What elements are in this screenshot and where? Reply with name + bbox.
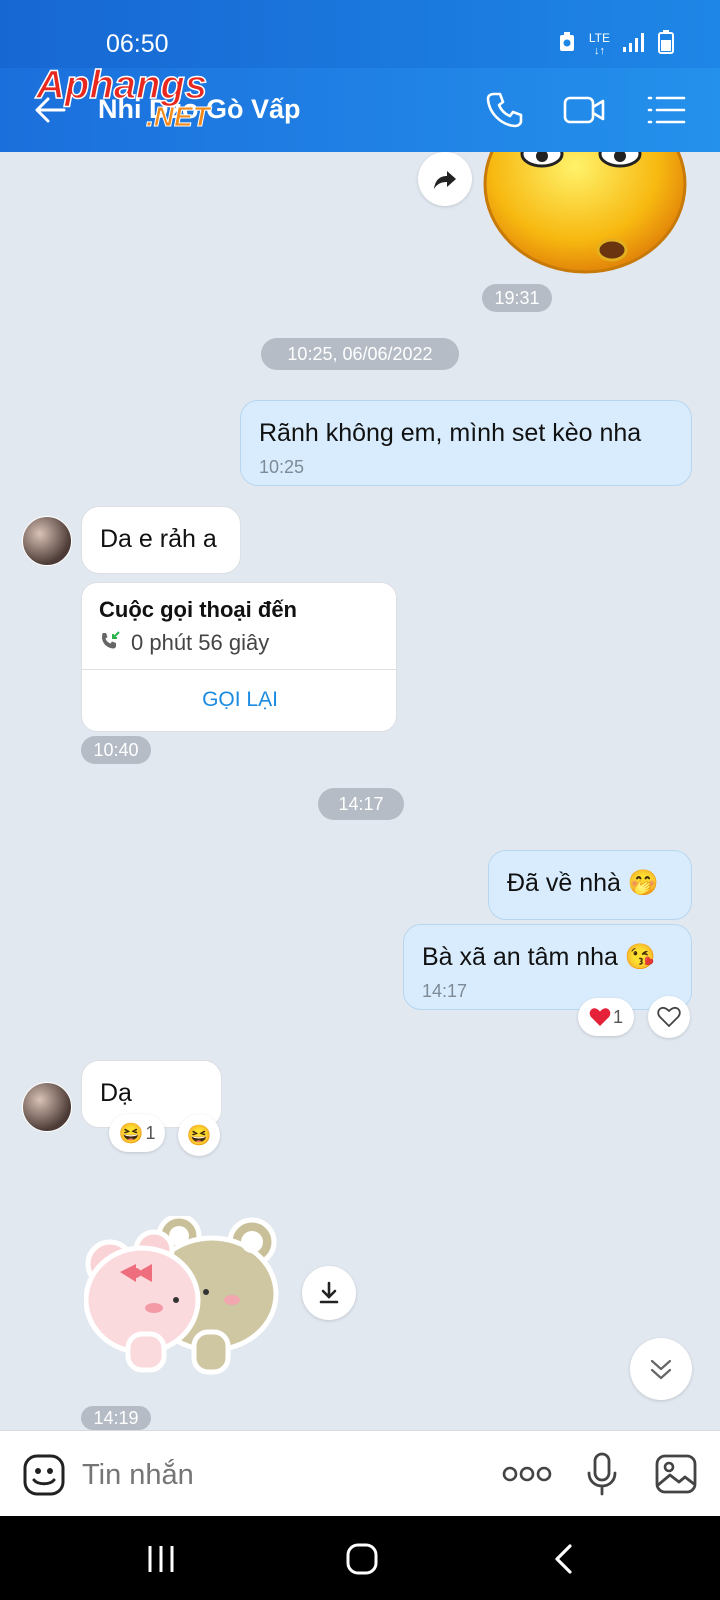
- message-text: Rãnh không em, mình set kèo nha: [259, 419, 642, 447]
- video-call-icon[interactable]: [560, 86, 608, 134]
- call-card[interactable]: Cuộc gọi thoại đến 0 phút 56 giây GỌI LẠ…: [81, 582, 397, 732]
- call-time: 10:40: [81, 736, 151, 764]
- status-icons: LTE ↓↑: [557, 30, 674, 59]
- microphone-icon[interactable]: [584, 1451, 620, 1497]
- scroll-down-button[interactable]: [630, 1338, 692, 1400]
- image-gallery-icon[interactable]: [654, 1453, 698, 1495]
- message-text: Bà xã an tâm nha 😘: [422, 943, 657, 971]
- message-time: 10:25: [259, 457, 305, 477]
- date-divider: 10:25, 06/06/2022: [261, 338, 459, 370]
- download-button[interactable]: [302, 1266, 356, 1320]
- heart-outline-icon: [657, 1006, 681, 1028]
- message-text: Da e rảh a: [100, 525, 217, 553]
- reaction-count: 1: [612, 1006, 623, 1027]
- laughing-emoji-icon: 😆: [118, 1122, 144, 1145]
- battery-icon: [658, 30, 674, 59]
- call-title: Cuộc gọi thoại đến: [99, 597, 297, 622]
- incoming-message[interactable]: Da e rảh a: [81, 506, 241, 574]
- signal-icon: [622, 31, 646, 58]
- recycle-icon: [557, 31, 577, 58]
- system-nav-bar: [0, 1516, 720, 1600]
- time-divider: 14:17: [318, 788, 404, 820]
- outgoing-message[interactable]: Đã về nhà 🤭: [488, 850, 692, 920]
- react-button[interactable]: 😆: [178, 1114, 220, 1156]
- menu-list-icon[interactable]: [642, 86, 690, 134]
- sticker-time: 14:19: [81, 1406, 151, 1430]
- recent-apps-icon[interactable]: [146, 1544, 176, 1574]
- status-time: 06:50: [106, 30, 169, 58]
- sticker-face-icon[interactable]: [22, 1453, 66, 1497]
- sticker-time: 19:31: [482, 284, 552, 312]
- network-label: LTE: [588, 31, 610, 45]
- status-bar: 06:50 LTE ↓↑: [0, 0, 720, 68]
- laughing-emoji-icon: 😆: [186, 1124, 212, 1147]
- outgoing-message[interactable]: Rãnh không em, mình set kèo nha 10:25: [240, 400, 692, 486]
- back-nav-icon[interactable]: [552, 1543, 576, 1575]
- double-chevron-down-icon: [650, 1359, 672, 1380]
- download-icon: [319, 1281, 339, 1304]
- watermark-logo: Aphangs .NET: [34, 62, 213, 132]
- outgoing-message[interactable]: Bà xã an tâm nha 😘 14:17: [403, 924, 692, 1010]
- more-options-icon[interactable]: [502, 1461, 552, 1487]
- message-text: Dạ: [100, 1079, 132, 1107]
- react-button[interactable]: [648, 996, 690, 1038]
- laugh-reaction[interactable]: 😆 1: [109, 1114, 165, 1152]
- avatar[interactable]: [22, 1082, 72, 1132]
- reaction-count: 1: [145, 1122, 156, 1143]
- emoji-sticker[interactable]: [480, 152, 690, 282]
- forward-icon: [434, 171, 456, 189]
- phone-call-icon[interactable]: [480, 86, 528, 134]
- heart-icon: [589, 1008, 611, 1026]
- forward-button[interactable]: [418, 152, 472, 206]
- avatar[interactable]: [22, 516, 72, 566]
- lte-icon: LTE ↓↑: [588, 31, 610, 57]
- incoming-call-icon: [102, 631, 120, 649]
- call-duration: 0 phút 56 giây: [131, 630, 270, 655]
- svg-text:.NET: .NET: [146, 101, 213, 132]
- chat-header: Nhi Dzo Gò Vấp Aphangs .NET: [0, 62, 720, 152]
- chat-area[interactable]: 19:31 10:25, 06/06/2022 Rãnh không em, m…: [0, 152, 720, 1430]
- call-back-button[interactable]: GỌI LẠI: [82, 670, 396, 731]
- bear-sticker[interactable]: [84, 1216, 294, 1376]
- message-input[interactable]: [80, 1451, 464, 1499]
- message-time: 14:17: [422, 981, 468, 1001]
- heart-reaction[interactable]: 1: [578, 998, 634, 1036]
- message-input-bar: [0, 1430, 720, 1517]
- message-text: Đã về nhà 🤭: [507, 869, 660, 897]
- home-icon[interactable]: [345, 1542, 379, 1576]
